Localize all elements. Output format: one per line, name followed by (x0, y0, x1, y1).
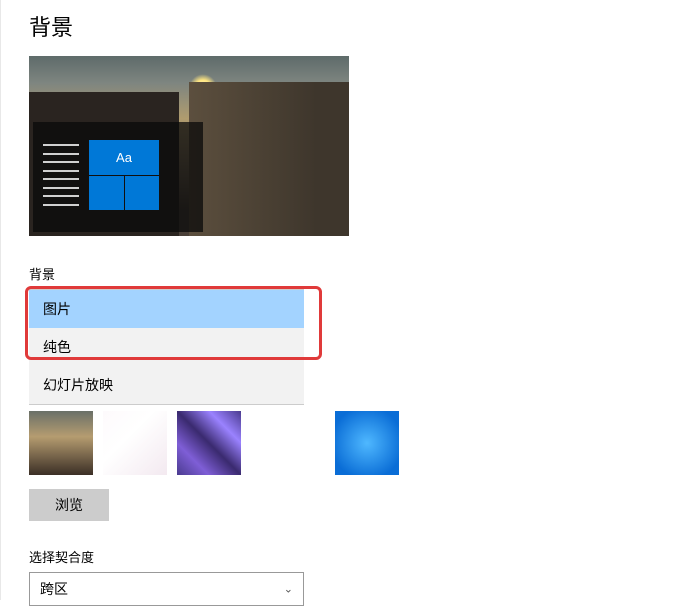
recent-image-thumb[interactable] (29, 411, 93, 475)
background-dropdown[interactable]: 图片 纯色 幻灯片放映 (29, 289, 304, 405)
background-option-solid[interactable]: 纯色 (29, 328, 304, 366)
desktop-preview: Aa (29, 56, 349, 236)
recent-image-thumb[interactable] (177, 411, 241, 475)
background-option-picture[interactable]: 图片 (29, 290, 304, 328)
recent-image-thumb[interactable] (103, 411, 167, 475)
fit-dropdown[interactable]: 跨区 ⌄ (29, 572, 304, 606)
default-windows-thumb[interactable] (335, 411, 399, 475)
background-option-slideshow[interactable]: 幻灯片放映 (29, 366, 304, 404)
background-label: 背景 (29, 264, 675, 283)
recent-images-row (29, 411, 675, 475)
browse-button[interactable]: 浏览 (29, 489, 109, 521)
fit-selected-value: 跨区 (40, 579, 68, 599)
chevron-down-icon: ⌄ (284, 583, 293, 596)
page-title: 背景 (29, 10, 675, 42)
fit-label: 选择契合度 (29, 547, 675, 566)
preview-tile-sample: Aa (89, 140, 159, 175)
